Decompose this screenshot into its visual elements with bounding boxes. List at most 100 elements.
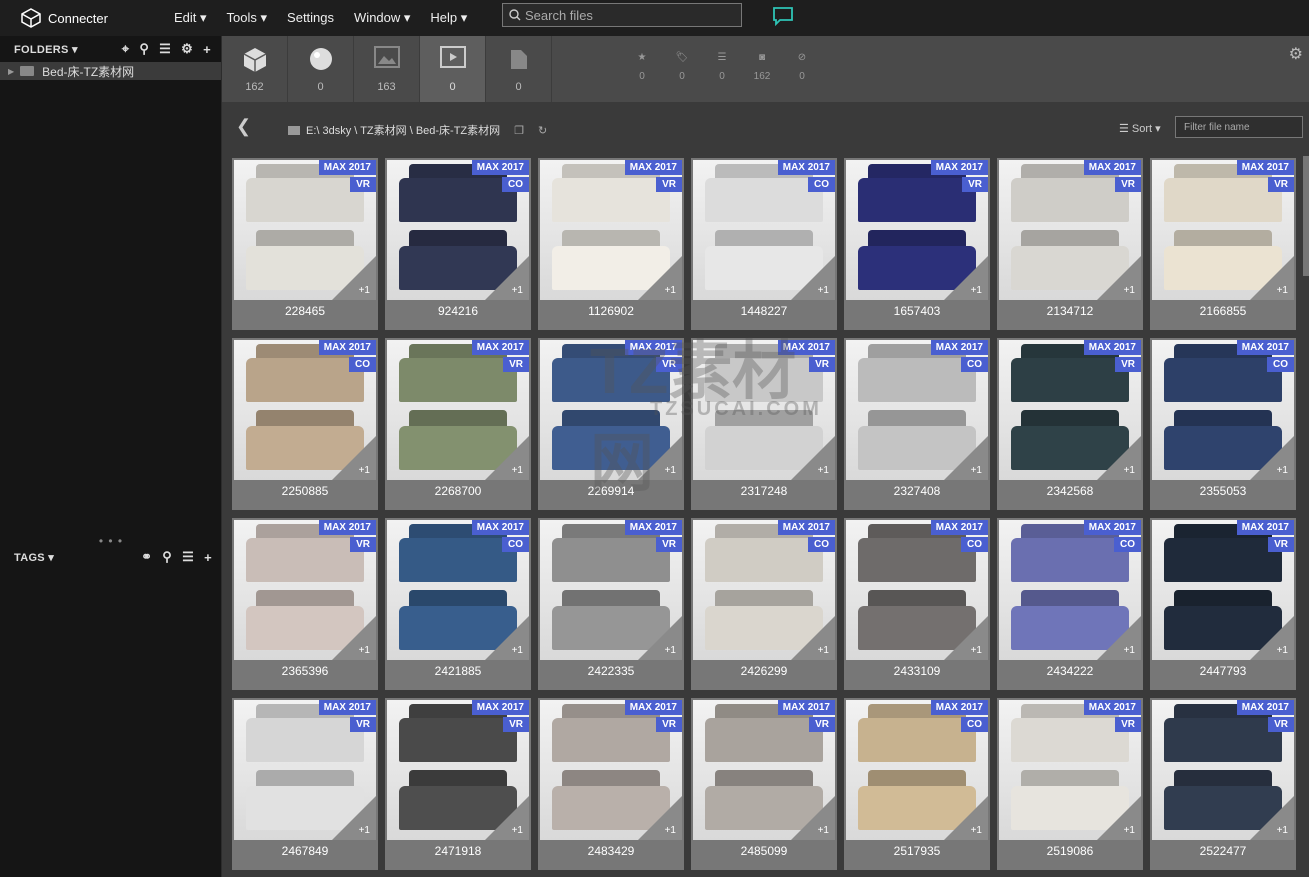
extra-count: +1 (664, 285, 676, 296)
file-card[interactable]: MAX 2017 VR +1 2134712 (997, 158, 1143, 330)
search-icon[interactable]: ⚲ (139, 41, 149, 57)
file-card[interactable]: MAX 2017 CO +1 2327408 (844, 338, 990, 510)
filter-count: 0 (719, 71, 725, 82)
filter-list[interactable]: ☰ 0 (702, 36, 742, 102)
file-card[interactable]: MAX 2017 VR +1 2447793 (1150, 518, 1296, 690)
max-version-badge: MAX 2017 (471, 520, 529, 535)
menu-tools[interactable]: Tools ▾ (217, 10, 278, 26)
bed-shape (399, 358, 517, 402)
file-card[interactable]: MAX 2017 CO +1 2250885 (232, 338, 378, 510)
file-card[interactable]: MAX 2017 CO +1 2426299 (691, 518, 837, 690)
thumbnail: MAX 2017 VR +1 (234, 700, 376, 840)
file-card[interactable]: MAX 2017 CO +1 2517935 (844, 698, 990, 870)
thumbnail: MAX 2017 VR +1 (540, 520, 682, 660)
scrollbar[interactable] (1303, 156, 1309, 276)
sort-dropdown[interactable]: ☰ Sort ▾ (1119, 122, 1161, 135)
tab-videos[interactable]: 0 (420, 36, 486, 102)
file-card[interactable]: MAX 2017 VR +1 2365396 (232, 518, 378, 690)
extra-count: +1 (511, 465, 523, 476)
sort-list-icon[interactable]: ☰ (159, 41, 171, 57)
file-card[interactable]: MAX 2017 CO +1 2355053 (1150, 338, 1296, 510)
menu-edit[interactable]: Edit ▾ (164, 10, 217, 26)
file-card[interactable]: MAX 2017 VR +1 2522477 (1150, 698, 1296, 870)
bed-shape (705, 178, 823, 222)
search-icon[interactable]: ⚲ (162, 549, 172, 565)
menu-help[interactable]: Help ▾ (420, 10, 477, 26)
folders-label[interactable]: FOLDERS ▾ (14, 43, 78, 56)
tab-materials[interactable]: 0 (288, 36, 354, 102)
tab-count: 0 (317, 81, 324, 93)
max-version-badge: MAX 2017 (624, 700, 682, 715)
thumbnail: MAX 2017 VR +1 (999, 340, 1141, 480)
filter-missing[interactable]: ⊘ 0 (782, 36, 822, 102)
file-card[interactable]: MAX 2017 VR +1 2268700 (385, 338, 531, 510)
renderer-badge: VR (962, 177, 988, 192)
file-card[interactable]: MAX 2017 VR +1 2166855 (1150, 158, 1296, 330)
file-card[interactable]: MAX 2017 CO +1 2421885 (385, 518, 531, 690)
thumbnail: MAX 2017 CO +1 (387, 520, 529, 660)
back-arrow-icon[interactable]: ❮ (236, 116, 251, 137)
breadcrumb-path[interactable]: E:\ 3dsky \ TZ素材网 \ Bed-床-TZ素材网 (306, 122, 500, 138)
filter-tags[interactable]: 🏷︎ 0 (662, 36, 702, 102)
chat-icon[interactable] (772, 6, 794, 31)
extra-count: +1 (358, 285, 370, 296)
filter-previews[interactable]: ◙ 162 (742, 36, 782, 102)
file-card[interactable]: MAX 2017 VR +1 1657403 (844, 158, 990, 330)
menu-settings[interactable]: Settings (277, 10, 344, 26)
refresh-icon[interactable]: ↻ (538, 124, 547, 137)
gear-icon[interactable]: ⚙ (181, 41, 193, 57)
tab-spacer (552, 36, 622, 102)
filter-box[interactable] (1175, 116, 1303, 138)
app-logo: Connecter (20, 7, 160, 29)
filter-input[interactable] (1176, 117, 1302, 138)
folder-item[interactable]: ▶ Bed-床-TZ素材网 (0, 62, 221, 80)
filter-favorites[interactable]: ★ 0 (622, 36, 662, 102)
file-card[interactable]: MAX 2017 VR +1 2471918 (385, 698, 531, 870)
tab-count: 162 (245, 81, 264, 93)
search-box[interactable] (502, 3, 742, 27)
search-input[interactable] (525, 7, 725, 23)
renderer-badge: VR (656, 357, 682, 372)
max-version-badge: MAX 2017 (624, 520, 682, 535)
file-card[interactable]: MAX 2017 CO +1 2433109 (844, 518, 990, 690)
thumbnail: MAX 2017 VR +1 (1152, 160, 1294, 300)
pointer-icon[interactable]: ⌖ (122, 41, 130, 57)
file-name: 2483429 (587, 844, 635, 858)
file-card[interactable]: MAX 2017 VR +1 2485099 (691, 698, 837, 870)
filter-count: 162 (753, 71, 771, 82)
file-card[interactable]: MAX 2017 VR +1 2519086 (997, 698, 1143, 870)
file-card[interactable]: MAX 2017 VR +1 2483429 (538, 698, 684, 870)
max-version-badge: MAX 2017 (624, 160, 682, 175)
file-card[interactable]: MAX 2017 VR +1 2269914 (538, 338, 684, 510)
file-card[interactable]: MAX 2017 CO +1 2434222 (997, 518, 1143, 690)
search-icon (509, 9, 521, 21)
file-name: 2250885 (281, 484, 329, 498)
add-icon[interactable]: + (203, 42, 211, 57)
extra-count: +1 (358, 825, 370, 836)
extra-count: +1 (817, 645, 829, 656)
folder-icon (20, 66, 35, 76)
add-icon[interactable]: + (204, 550, 212, 565)
extra-count: +1 (1276, 285, 1288, 296)
file-card[interactable]: MAX 2017 VR +1 228465 (232, 158, 378, 330)
tags-label[interactable]: TAGS ▾ (14, 551, 54, 564)
caret-right-icon[interactable]: ▶ (8, 67, 14, 76)
gear-icon[interactable]: ⚙ (1289, 44, 1303, 64)
menu-window[interactable]: Window ▾ (344, 10, 420, 26)
file-card[interactable]: MAX 2017 CO +1 1448227 (691, 158, 837, 330)
tab-documents[interactable]: 0 (486, 36, 552, 102)
tag-link-icon[interactable]: ⚭ (141, 549, 152, 565)
bed-shape (705, 358, 823, 402)
file-card[interactable]: MAX 2017 VR +1 2422335 (538, 518, 684, 690)
file-card[interactable]: MAX 2017 VR +1 2342568 (997, 338, 1143, 510)
sort-list-icon[interactable]: ☰ (182, 549, 194, 565)
file-card[interactable]: MAX 2017 CO +1 924216 (385, 158, 531, 330)
file-card[interactable]: MAX 2017 VR +1 2317248 (691, 338, 837, 510)
tab-models[interactable]: 162 (222, 36, 288, 102)
max-version-badge: MAX 2017 (1236, 340, 1294, 355)
file-card[interactable]: MAX 2017 VR +1 2467849 (232, 698, 378, 870)
tab-images[interactable]: 163 (354, 36, 420, 102)
file-card[interactable]: MAX 2017 VR +1 1126902 (538, 158, 684, 330)
copy-path-icon[interactable]: ❐ (514, 124, 524, 137)
renderer-badge: CO (502, 177, 529, 192)
